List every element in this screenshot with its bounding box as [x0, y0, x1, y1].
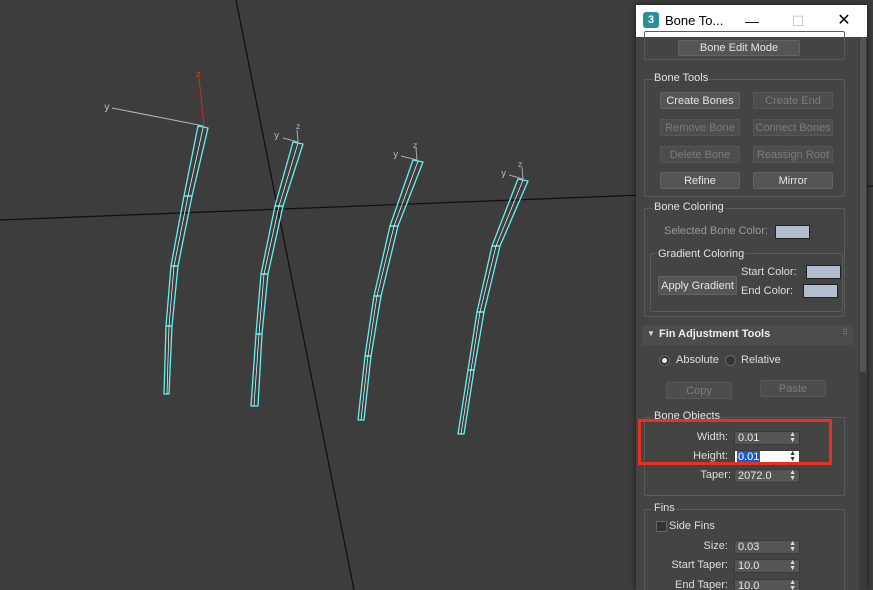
apply-gradient-button[interactable]: Apply Gradient: [658, 276, 737, 295]
end-color-swatch[interactable]: [803, 284, 838, 298]
start-taper-spinner[interactable]: 10.0 ▲ ▼: [734, 559, 800, 573]
rollout-collapse-icon: ▼: [647, 329, 655, 338]
panel-content: Bone Edit Mode Bone Tools Create Bones C…: [636, 31, 859, 590]
mirror-button[interactable]: Mirror: [753, 172, 833, 189]
start-taper-label: Start Taper:: [671, 559, 728, 571]
remove-bone-button[interactable]: Remove Bone: [660, 119, 740, 136]
close-button[interactable]: ✕: [829, 9, 859, 33]
end-color-label: End Color:: [741, 285, 793, 297]
end-taper-value[interactable]: 10.0: [738, 580, 759, 590]
svg-text:z: z: [296, 122, 300, 131]
end-taper-spinner[interactable]: 10.0 ▲ ▼: [734, 579, 800, 590]
delete-bone-button[interactable]: Delete Bone: [660, 146, 740, 163]
maximize-button[interactable]: ☐: [783, 9, 813, 33]
svg-text:y: y: [393, 150, 399, 160]
svg-text:z: z: [413, 141, 417, 150]
rollout-grip-icon: ⠿: [842, 328, 848, 337]
side-fins-label: Side Fins: [669, 520, 715, 532]
create-end-button[interactable]: Create End: [753, 92, 833, 109]
absolute-radio[interactable]: [659, 355, 670, 366]
annotation-highlight-box: [638, 419, 832, 465]
taper-label: Taper:: [700, 469, 731, 481]
3ds-max-icon: 3: [643, 12, 659, 28]
gradient-coloring-label: Gradient Coloring: [657, 248, 746, 260]
fin-adjustment-title: Fin Adjustment Tools: [659, 328, 771, 340]
size-spinner[interactable]: 0.03 ▲ ▼: [734, 540, 800, 554]
axis-label-z: z: [196, 70, 201, 80]
refine-button[interactable]: Refine: [660, 172, 740, 189]
svg-text:z: z: [518, 160, 522, 169]
connect-bones-button[interactable]: Connect Bones: [753, 119, 833, 136]
bone-tools-label: Bone Tools: [653, 72, 710, 84]
taper-value[interactable]: 2072.0: [738, 470, 772, 483]
window-title: Bone To...: [665, 13, 724, 28]
bone-tools-window[interactable]: 3 Bone To... — ☐ ✕ Bone Edit Mode Bone T…: [636, 5, 867, 590]
start-color-swatch[interactable]: [806, 265, 841, 279]
selected-bone-color-swatch[interactable]: [775, 225, 810, 239]
size-label: Size:: [703, 540, 728, 552]
reassign-root-button[interactable]: Reassign Root: [753, 146, 833, 163]
fins-label: Fins: [653, 502, 676, 514]
side-fins-checkbox[interactable]: [656, 521, 667, 532]
svg-text:y: y: [501, 169, 507, 179]
spinner-arrows-icon[interactable]: ▲ ▼: [789, 469, 796, 482]
start-color-label: Start Color:: [741, 266, 797, 278]
fin-adjustment-rollout-header[interactable]: ▼ Fin Adjustment Tools ⠿: [642, 325, 853, 345]
svg-text:y: y: [274, 131, 280, 141]
taper-spinner[interactable]: 2072.0 ▲ ▼: [734, 469, 800, 483]
panel-scrollbar[interactable]: [859, 37, 867, 590]
size-value[interactable]: 0.03: [738, 541, 759, 554]
paste-button[interactable]: Paste: [760, 380, 826, 397]
copy-button[interactable]: Copy: [666, 382, 732, 399]
absolute-label: Absolute: [676, 354, 719, 366]
create-bones-button[interactable]: Create Bones: [660, 92, 740, 109]
relative-label: Relative: [741, 354, 781, 366]
bone-edit-mode-button[interactable]: Bone Edit Mode: [678, 40, 800, 56]
bone-coloring-label: Bone Coloring: [653, 201, 725, 213]
relative-radio[interactable]: [725, 355, 736, 366]
minimize-button[interactable]: —: [737, 9, 767, 33]
spinner-arrows-icon[interactable]: ▲ ▼: [789, 559, 796, 572]
spinner-arrows-icon[interactable]: ▲ ▼: [789, 579, 796, 590]
selected-bone-color-label: Selected Bone Color:: [664, 225, 768, 237]
spinner-arrows-icon[interactable]: ▲ ▼: [789, 540, 796, 553]
start-taper-value[interactable]: 10.0: [738, 560, 759, 573]
axis-label-y: y: [104, 102, 110, 113]
end-taper-label: End Taper:: [674, 579, 728, 590]
scrollbar-thumb[interactable]: [860, 37, 866, 372]
